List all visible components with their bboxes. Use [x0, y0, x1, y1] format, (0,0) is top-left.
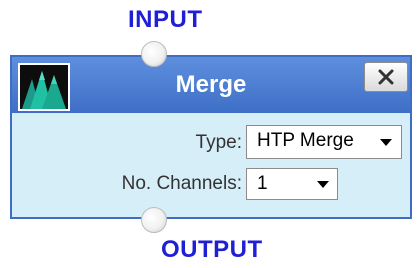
merge-node[interactable]: Merge Type: HTP Merge No. Channels: 1	[10, 55, 412, 219]
type-select-value: HTP Merge	[257, 130, 354, 151]
channels-select[interactable]: 1	[246, 168, 338, 200]
input-port-label: INPUT	[128, 6, 203, 33]
type-select[interactable]: HTP Merge	[246, 125, 402, 159]
output-port-label: OUTPUT	[161, 236, 263, 263]
close-button[interactable]	[364, 62, 408, 92]
chevron-down-icon	[380, 139, 392, 146]
output-port[interactable]	[141, 207, 167, 233]
close-icon	[378, 69, 394, 85]
chevron-down-icon	[317, 181, 329, 188]
channels-select-value: 1	[257, 173, 268, 194]
channels-label: No. Channels:	[121, 173, 242, 194]
node-header[interactable]: Merge	[12, 57, 410, 113]
type-label: Type:	[195, 132, 242, 153]
node-title: Merge	[175, 71, 247, 98]
input-port[interactable]	[141, 41, 167, 67]
